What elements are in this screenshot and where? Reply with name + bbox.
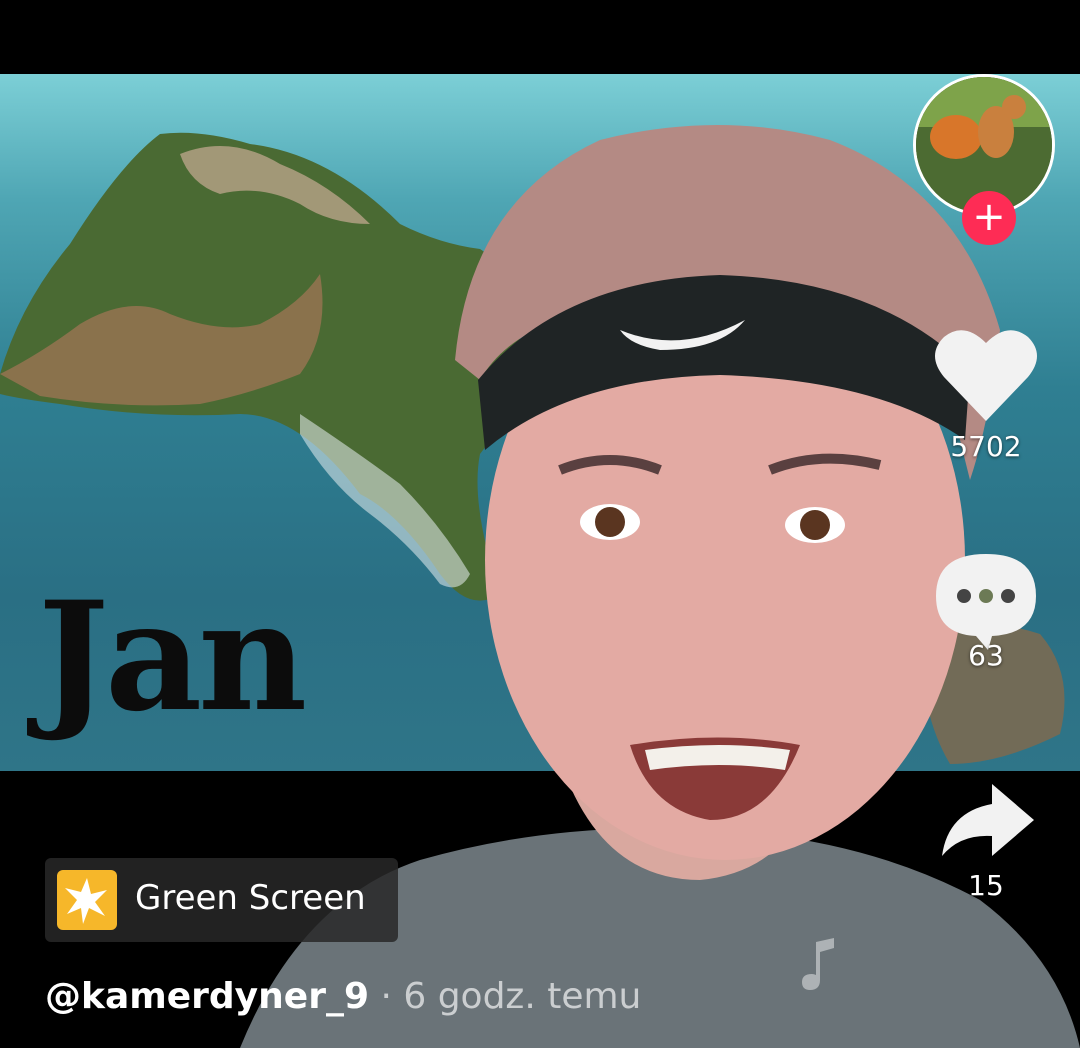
username-link[interactable]: @kamerdyner_9	[45, 976, 369, 1017]
comment-button[interactable]: 63	[926, 548, 1046, 672]
share-button[interactable]: 15	[926, 778, 1046, 902]
meta-separator: ·	[380, 976, 392, 1017]
top-bar	[0, 0, 1080, 74]
comment-bubble-icon	[936, 554, 1036, 650]
post-time: 6 godz. temu	[403, 976, 642, 1017]
like-button[interactable]: 5702	[926, 325, 1046, 463]
effect-label: Green Screen	[135, 878, 366, 918]
like-count: 5702	[950, 430, 1022, 463]
post-meta: @kamerdyner_9 · 6 godz. temu	[45, 976, 641, 1017]
heart-icon	[935, 330, 1037, 421]
sparkle-icon	[57, 870, 117, 930]
share-count: 15	[968, 869, 1004, 902]
follow-button[interactable]: +	[962, 191, 1016, 245]
share-arrow-icon	[942, 784, 1034, 856]
effect-chip[interactable]: Green Screen	[45, 858, 398, 942]
video-overlay-text: Jan	[38, 569, 307, 745]
music-note-icon	[802, 938, 834, 990]
